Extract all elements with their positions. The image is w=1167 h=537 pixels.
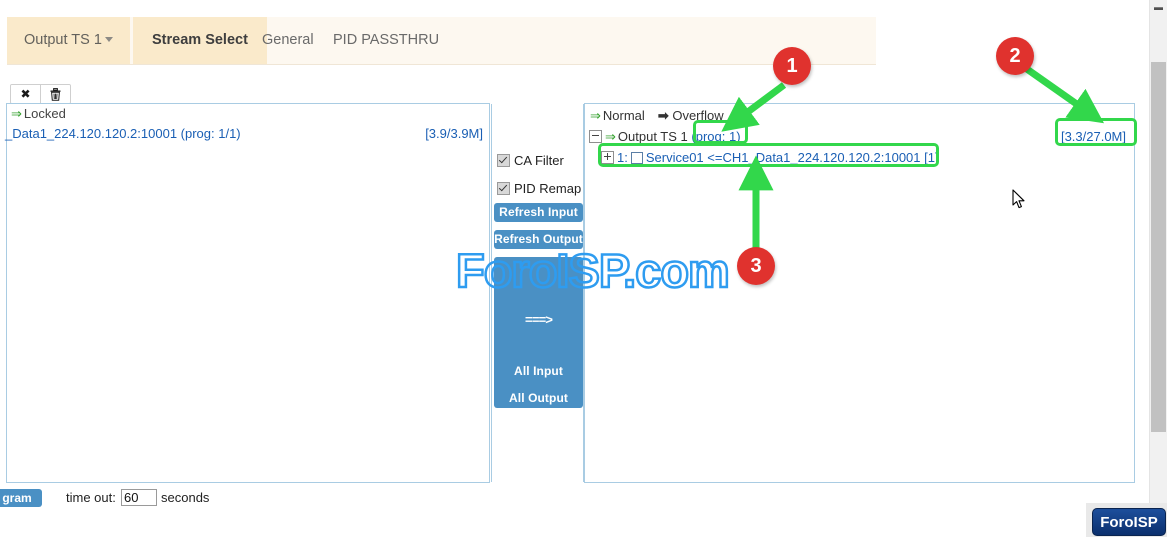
clear-button[interactable]: ✖ [11,85,41,103]
all-output-button[interactable]: All Output [494,389,583,408]
arrow-right-icon: ⇒ [11,106,22,121]
expand-toggle-icon[interactable] [601,151,614,165]
all-input-button[interactable]: All Input [494,362,583,381]
service-name: Service01 [645,150,704,165]
refresh-input-button[interactable]: Refresh Input [494,203,583,222]
collapse-toggle-icon[interactable] [589,130,602,144]
move-right-button[interactable]: ===> [494,313,583,328]
all-output-label: All Output [509,391,568,405]
timeout-label: time out: [66,490,116,505]
watermark-badge: ForoISP [1092,508,1166,536]
output-ts-prog-count: (prog: 1) [691,129,741,144]
ca-filter-checkbox-row[interactable]: CA Filter [497,153,564,168]
transfer-controls-column: CA Filter PID Remap Refresh Input Refres… [491,104,584,482]
transfer-buttons-group: ===> <=== [494,257,583,405]
tab-stream-select-label: Stream Select [152,32,248,48]
tab-output-ts-selector-label: Output TS 1 [24,32,102,48]
legend-normal-label: Normal [602,108,645,123]
arrow-right-icon: ⇒ [590,108,601,123]
annotation-badge-1: 1 [773,47,811,85]
input-list-header-label: Locked [23,106,66,121]
pid-remap-label: PID Remap [514,181,582,196]
timeout-unit-label: seconds [161,490,210,505]
refresh-input-label: Refresh Input [499,205,578,219]
checkbox-icon[interactable] [497,182,510,196]
annotation-badge-3: 3 [737,247,775,285]
annotation-badge-2: 2 [996,37,1034,75]
move-right-label: ===> [524,313,553,328]
tab-output-ts-selector[interactable]: Output TS 1 [7,17,130,64]
list-item[interactable]: _Data1_224.120.120.2:10001 (prog: 1/1) [… [5,124,489,144]
output-tree: ⇒ Output TS 1 (prog: 1) 1: Service01 <=CH1… [589,126,939,168]
output-ts-label: Output TS 1 [617,129,688,144]
input-stream-name: _Data1_224.120.120.2:10001 (prog: 1/1) [5,126,241,141]
refresh-output-label: Refresh Output [494,232,583,246]
program-button[interactable]: gram [0,489,42,507]
input-stream-bitrate: [3.9/3.9M] [425,126,483,141]
tree-node-service[interactable]: 1: Service01 <=CH1_Data1_224.120.120.2:10… [589,147,939,168]
list-toolbar: ✖ [10,84,71,104]
checkbox-icon[interactable] [497,154,510,168]
tab-pid-passthru[interactable]: PID PASSTHRU [317,17,455,64]
ca-filter-label: CA Filter [514,153,564,168]
output-ts-bitrate: [3.3/27.0M] [1060,129,1126,144]
checkbox-icon[interactable] [630,151,643,164]
legend: ⇒ Normal ➡ Overflow [590,108,724,124]
delete-button[interactable] [41,85,70,103]
all-input-label: All Input [514,364,563,378]
application-frame: Output TS 1 Stream Select General PID PA… [0,0,1135,537]
vertical-scrollbar[interactable]: ▬ [1149,0,1167,537]
program-button-label: gram [2,491,32,505]
service-mapping: <=CH1_Data1_224.120.120.2:10001 [1] [707,150,939,165]
trash-icon [50,87,61,101]
arrow-right-icon: ⇒ [605,129,616,144]
scroll-up-icon[interactable]: ▬ [1150,0,1167,14]
legend-overflow-label: Overflow [672,108,724,123]
service-index: 1: [617,150,628,165]
timeout-input[interactable] [121,489,157,506]
refresh-output-button[interactable]: Refresh Output [494,230,583,249]
tree-node-output-ts[interactable]: ⇒ Output TS 1 (prog: 1) [589,126,939,147]
tab-pid-passthru-label: PID PASSTHRU [333,32,440,48]
close-icon: ✖ [20,87,31,101]
scrollbar-thumb[interactable] [1151,62,1166,432]
chevron-down-icon [104,36,113,42]
output-stream-tree-panel[interactable]: ⇒ Normal ➡ Overflow ⇒ Output TS 1 (prog: 1)… [584,103,1135,483]
bottom-action-bar: gram time out: seconds [0,489,1135,517]
tab-bar: Output TS 1 Stream Select General PID PA… [7,17,876,65]
input-list-header: ⇒ Locked [7,104,489,124]
tab-general-label: General [262,32,314,48]
pid-remap-checkbox-row[interactable]: PID Remap [497,181,581,196]
input-stream-list-panel[interactable]: ⇒ Locked _Data1_224.120.120.2:10001 (prog… [5,103,490,483]
arrow-right-red-icon: ➡ [657,108,669,123]
